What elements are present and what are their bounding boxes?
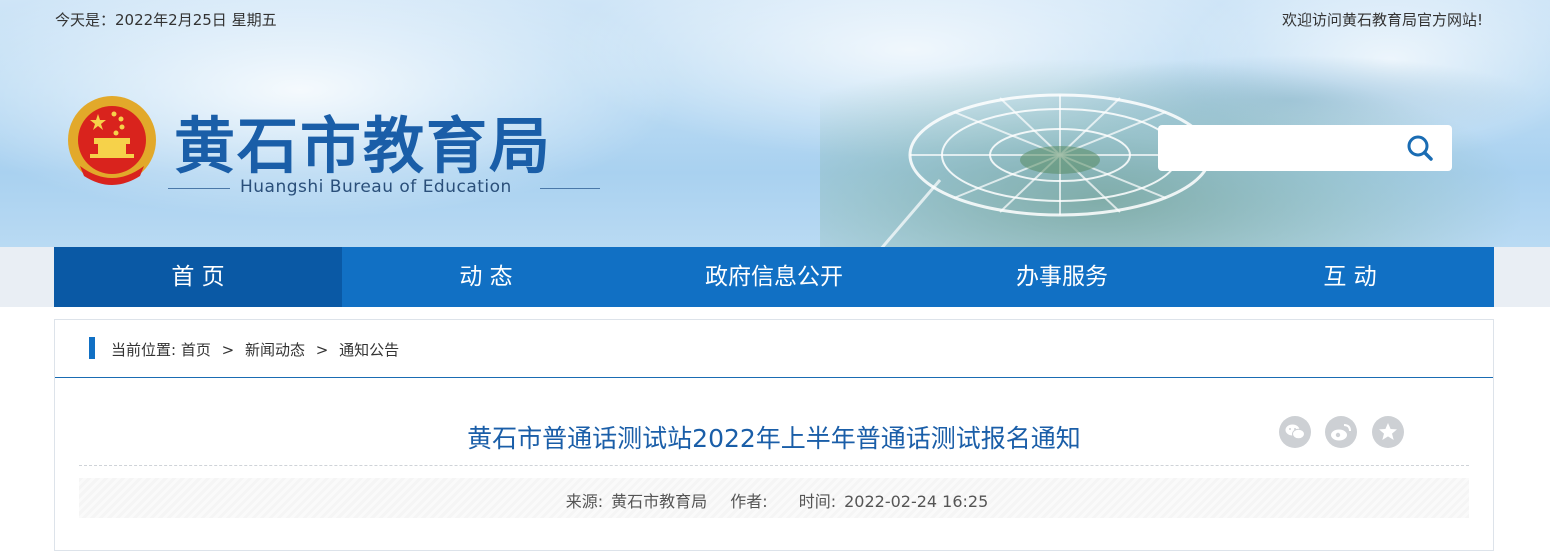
favorite-star-icon	[1379, 423, 1397, 440]
breadcrumb-prefix: 当前位置:	[111, 341, 177, 359]
breadcrumb-news[interactable]: 新闻动态	[245, 339, 305, 360]
meta-source-label: 来源:	[565, 492, 604, 511]
subtitle-divider	[168, 188, 230, 189]
meta-time-label: 时间:	[798, 492, 837, 511]
site-subtitle: Huangshi Bureau of Education	[168, 177, 600, 199]
article-meta: 来源: 黄石市教育局 作者: 时间: 2022-02-24 16:25	[79, 488, 1469, 512]
main-nav-bar: 首 页 动 态 政府信息公开 办事服务 互 动	[54, 247, 1494, 307]
meta-author: 作者:	[724, 492, 775, 511]
weibo-icon	[1331, 424, 1351, 441]
breadcrumb-home[interactable]: 首页	[181, 339, 211, 360]
search-icon[interactable]	[1406, 134, 1434, 162]
breadcrumb-separator: >	[221, 341, 235, 359]
national-emblem-icon	[68, 96, 156, 185]
header-banner: 今天是：2022年2月25日 星期五 欢迎访问黄石教育局官方网站! 黄石市教育局…	[0, 0, 1550, 247]
meta-author-label: 作者:	[730, 492, 768, 511]
article-meta-bar: 来源: 黄石市教育局 作者: 时间: 2022-02-24 16:25	[79, 478, 1469, 518]
meta-time: 时间: 2022-02-24 16:25	[793, 492, 989, 511]
share-weibo-button[interactable]	[1325, 416, 1357, 448]
favorite-button[interactable]	[1372, 416, 1404, 448]
subtitle-divider	[540, 188, 600, 189]
site-title: 黄石市教育局	[174, 111, 553, 182]
meta-source-value: 黄石市教育局	[611, 492, 708, 511]
breadcrumb-bar: 当前位置: 首页 > 新闻动态 > 通知公告	[55, 320, 1493, 378]
article-panel: 当前位置: 首页 > 新闻动态 > 通知公告 黄石市普通话测试站2022年上半年…	[54, 319, 1494, 551]
breadcrumb-separator: >	[315, 341, 329, 359]
wechat-icon	[1285, 424, 1305, 440]
main-nav: 首 页 动 态 政府信息公开 办事服务 互 动	[0, 247, 1550, 307]
breadcrumb-notices[interactable]: 通知公告	[339, 339, 399, 360]
nav-item-services[interactable]: 办事服务	[918, 247, 1206, 307]
welcome-message: 欢迎访问黄石教育局官方网站!	[1281, 11, 1483, 29]
site-subtitle-en: Huangshi Bureau of Education	[240, 177, 512, 197]
title-divider	[79, 465, 1469, 466]
current-date: 今天是：2022年2月25日 星期五	[55, 11, 277, 29]
meta-source: 来源: 黄石市教育局	[560, 492, 707, 511]
breadcrumb-marker	[89, 337, 95, 359]
nav-item-home[interactable]: 首 页	[54, 247, 342, 307]
nav-item-news[interactable]: 动 态	[342, 247, 630, 307]
nav-item-interaction[interactable]: 互 动	[1206, 247, 1494, 307]
nav-item-gov-info[interactable]: 政府信息公开	[630, 247, 918, 307]
meta-time-value: 2022-02-24 16:25	[844, 492, 989, 511]
share-wechat-button[interactable]	[1279, 416, 1311, 448]
search-input[interactable]	[1168, 133, 1402, 165]
article-title: 黄石市普通话测试站2022年上半年普通话测试报名通知	[467, 424, 1081, 453]
breadcrumb: 当前位置: 首页 > 新闻动态 > 通知公告	[111, 339, 399, 360]
